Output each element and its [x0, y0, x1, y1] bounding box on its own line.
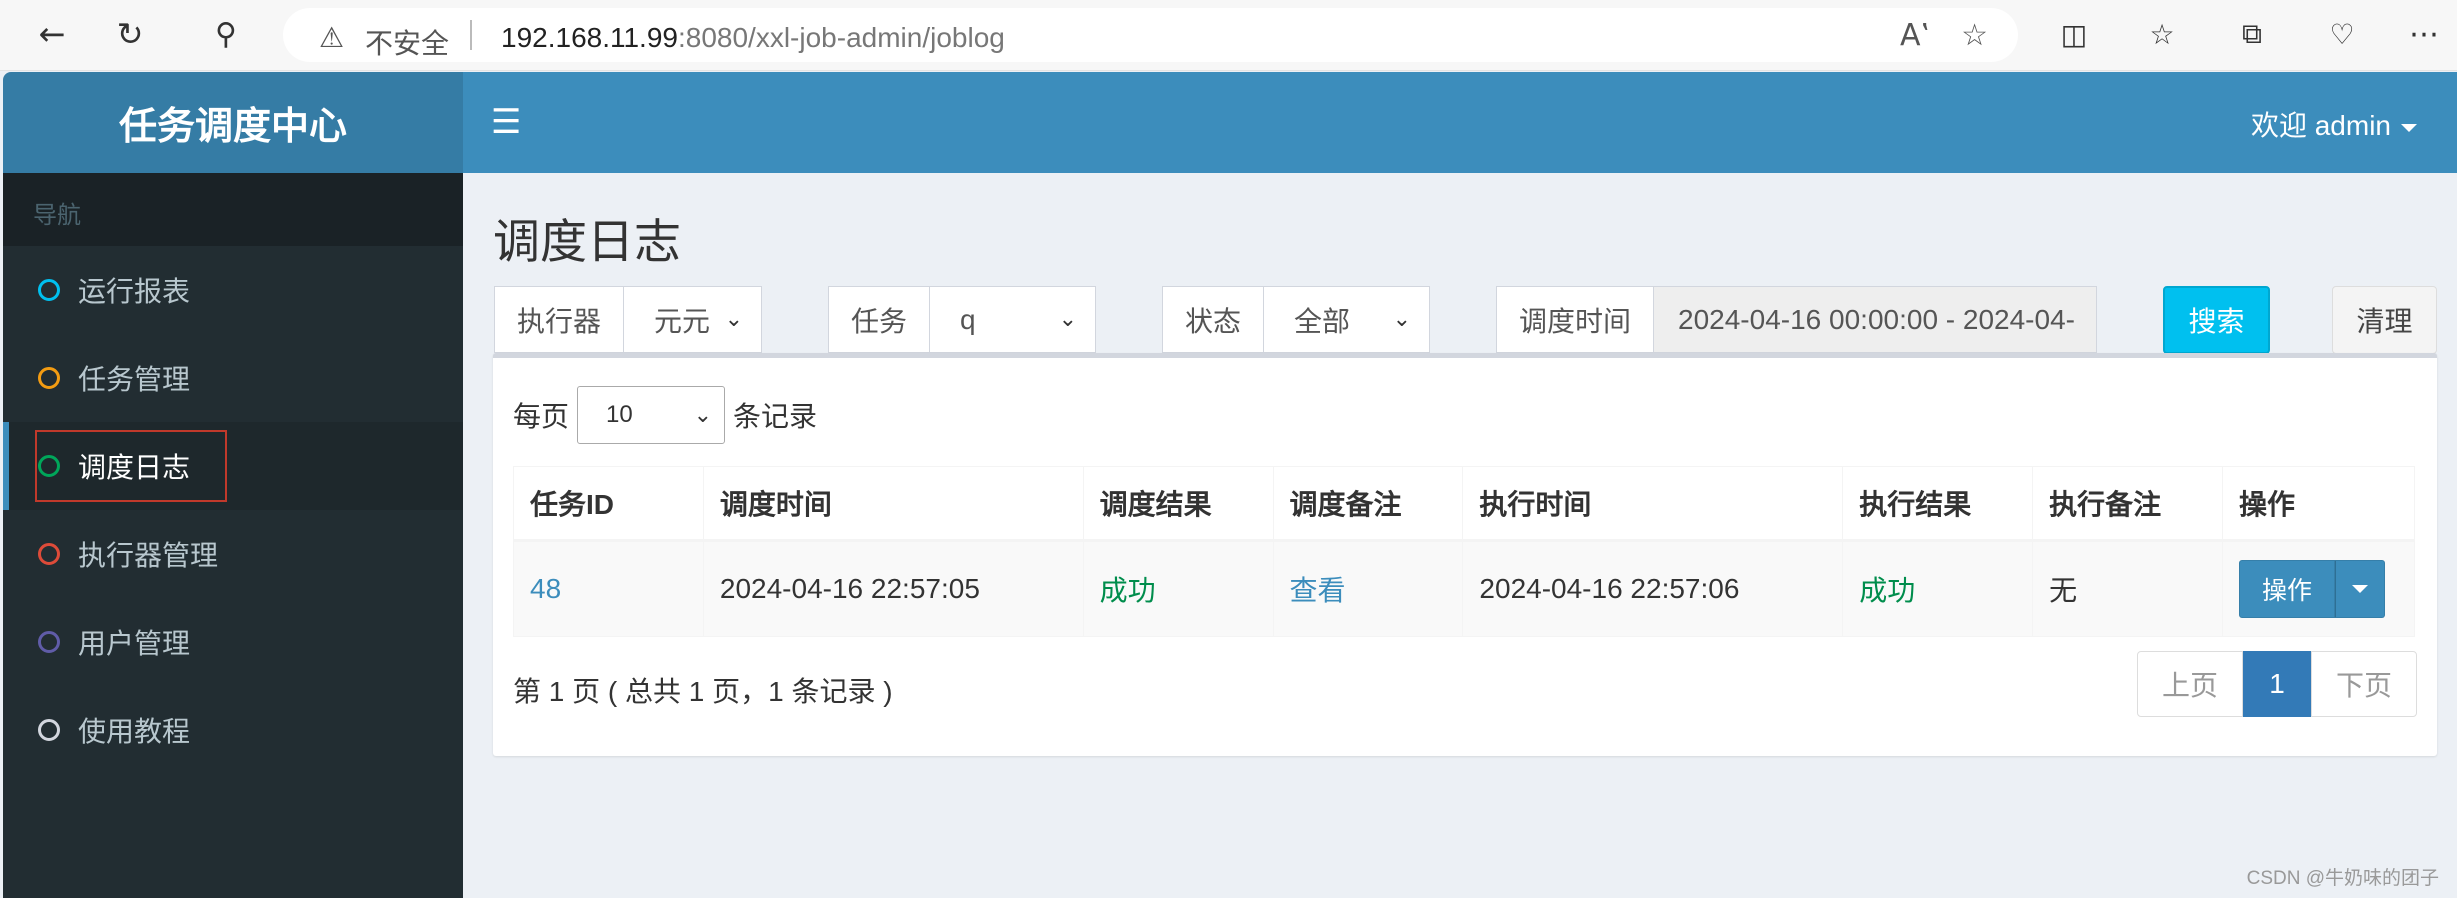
circle-icon	[38, 719, 60, 741]
sidebar-item-label: 任务管理	[78, 364, 191, 395]
back-arrow-icon[interactable]: ←	[32, 14, 72, 54]
chevron-down-icon: ⌄	[724, 307, 744, 332]
pagination: 上页 1 下页	[2137, 651, 2417, 717]
action-dropdown-toggle[interactable]	[2334, 560, 2385, 618]
log-table-box: 每页 10 ⌄ 条记录 任务ID 调度时间 调度结果 调度备注 执行时间 执行结果…	[493, 353, 2437, 756]
sidebar-item-label: 运行报表	[78, 276, 191, 307]
circle-icon	[38, 367, 60, 389]
column-header[interactable]: 任务ID	[513, 466, 704, 542]
sidebar-item-help[interactable]: 使用教程	[3, 686, 463, 774]
sidebar-item-label: 执行器管理	[78, 540, 219, 571]
time-label: 调度时间	[1496, 286, 1655, 353]
executor-filter: 执行器 元元 ⌄	[494, 286, 763, 353]
column-header[interactable]: 调度结果	[1082, 466, 1274, 542]
page-number-button[interactable]: 1	[2243, 651, 2311, 717]
status-select[interactable]: 全部 ⌄	[1264, 286, 1431, 353]
search-button[interactable]: 搜索	[2163, 286, 2270, 354]
action-cell: 操作	[2221, 540, 2416, 637]
favorite-star-icon[interactable]: ☆	[1961, 18, 1988, 53]
column-header[interactable]: 执行备注	[2032, 466, 2223, 542]
chevron-down-icon: ⌄	[693, 402, 713, 428]
log-table: 任务ID 调度时间 调度结果 调度备注 执行时间 执行结果 执行备注 操作 48…	[513, 466, 2416, 637]
trigger-result: 成功	[1082, 540, 1274, 637]
circle-icon	[38, 455, 60, 477]
chevron-down-icon: ⌄	[1058, 307, 1078, 332]
table-row: 48 2024-04-16 22:57:05 成功 查看 2024-04-16 …	[513, 540, 2416, 637]
column-header[interactable]: 调度备注	[1272, 466, 1464, 542]
user-menu[interactable]: 欢迎 admin	[2251, 104, 2417, 144]
page-length-control: 每页 10 ⌄ 条记录	[513, 386, 817, 444]
sidebar: 导航 运行报表 任务管理 调度日志 执行器管理 用户管理 使用教程	[3, 173, 463, 898]
time-filter: 调度时间 2024-04-16 00:00:00 - 2024-04-	[1496, 286, 2098, 353]
page-info: 第 1 页 ( 总共 1 页，1 条记录 )	[513, 676, 893, 707]
collections-icon[interactable]: ⧉	[2232, 14, 2272, 54]
status-label: 状态	[1162, 286, 1265, 353]
action-button-group: 操作	[2238, 560, 2385, 618]
trigger-note-link[interactable]: 查看	[1272, 540, 1464, 637]
handle-time: 2024-04-16 22:57:06	[1462, 540, 1844, 637]
split-screen-icon[interactable]: ◫	[2054, 14, 2094, 54]
performance-icon[interactable]: ♡	[2322, 14, 2362, 54]
page-title: 调度日志	[493, 215, 681, 268]
circle-icon	[38, 631, 60, 653]
task-id-link[interactable]: 48	[513, 540, 704, 637]
prev-page-button[interactable]: 上页	[2137, 651, 2243, 717]
sidebar-item-user[interactable]: 用户管理	[3, 598, 463, 686]
column-header[interactable]: 执行结果	[1842, 466, 2034, 542]
next-page-button[interactable]: 下页	[2311, 651, 2417, 717]
address-divider	[470, 20, 472, 50]
browser-toolbar: ← ↻ ⚲ ⚠ 不安全 192.168.11.99:8080/xxl-job-a…	[0, 0, 2457, 71]
per-page-suffix: 条记录	[733, 401, 818, 432]
sidebar-item-joblog[interactable]: 调度日志	[3, 422, 463, 510]
sidebar-item-label: 调度日志	[78, 452, 191, 483]
search-icon[interactable]: ⚲	[206, 14, 246, 54]
trigger-time: 2024-04-16 22:57:05	[702, 540, 1084, 637]
sidebar-item-jobgroup[interactable]: 执行器管理	[3, 510, 463, 598]
per-page-prefix: 每页	[513, 401, 570, 432]
more-icon[interactable]: ⋯	[2404, 14, 2444, 54]
sidebar-header: 导航	[3, 173, 463, 246]
table-header-row: 任务ID 调度时间 调度结果 调度备注 执行时间 执行结果 执行备注 操作	[513, 466, 2416, 542]
action-button[interactable]: 操作	[2238, 560, 2335, 618]
menu-toggle-icon[interactable]: ☰	[491, 102, 521, 142]
column-header: 操作	[2221, 466, 2416, 542]
handle-result: 成功	[1842, 540, 2034, 637]
time-range-input[interactable]: 2024-04-16 00:00:00 - 2024-04-	[1654, 286, 2098, 353]
column-header[interactable]: 执行时间	[1462, 466, 1844, 542]
warning-icon: ⚠	[319, 21, 345, 54]
address-bar[interactable]: ⚠ 不安全 192.168.11.99:8080/xxl-job-admin/j…	[283, 8, 2018, 62]
security-label[interactable]: 不安全	[365, 22, 449, 62]
app-logo[interactable]: 任务调度中心	[3, 72, 463, 173]
chevron-down-icon: ⌄	[1392, 307, 1412, 332]
column-header[interactable]: 调度时间	[702, 466, 1084, 542]
page-length-select[interactable]: 10 ⌄	[577, 386, 726, 444]
refresh-icon[interactable]: ↻	[110, 14, 150, 54]
watermark: CSDN @牛奶味的团子	[2246, 868, 2439, 889]
task-select[interactable]: q ⌄	[930, 286, 1097, 353]
read-aloud-icon[interactable]: A‛	[1900, 18, 1930, 53]
sidebar-item-label: 使用教程	[78, 716, 191, 747]
top-navbar: ☰ 欢迎 admin	[463, 72, 2457, 173]
task-filter: 任务 q ⌄	[828, 286, 1097, 353]
clear-button[interactable]: 清理	[2332, 286, 2437, 354]
handle-note: 无	[2032, 540, 2223, 637]
caret-down-icon	[2401, 123, 2417, 132]
sidebar-item-jobinfo[interactable]: 任务管理	[3, 334, 463, 422]
url-text[interactable]: 192.168.11.99:8080/xxl-job-admin/joblog	[501, 22, 1005, 54]
sidebar-item-label: 用户管理	[78, 628, 191, 659]
circle-icon	[38, 543, 60, 565]
sidebar-item-report[interactable]: 运行报表	[3, 246, 463, 334]
caret-down-icon	[2351, 585, 2368, 593]
task-label: 任务	[828, 286, 931, 353]
executor-label: 执行器	[494, 286, 625, 353]
circle-icon	[38, 279, 60, 301]
executor-select[interactable]: 元元 ⌄	[624, 286, 763, 353]
favorites-icon[interactable]: ☆	[2142, 14, 2182, 54]
status-filter: 状态 全部 ⌄	[1162, 286, 1431, 353]
